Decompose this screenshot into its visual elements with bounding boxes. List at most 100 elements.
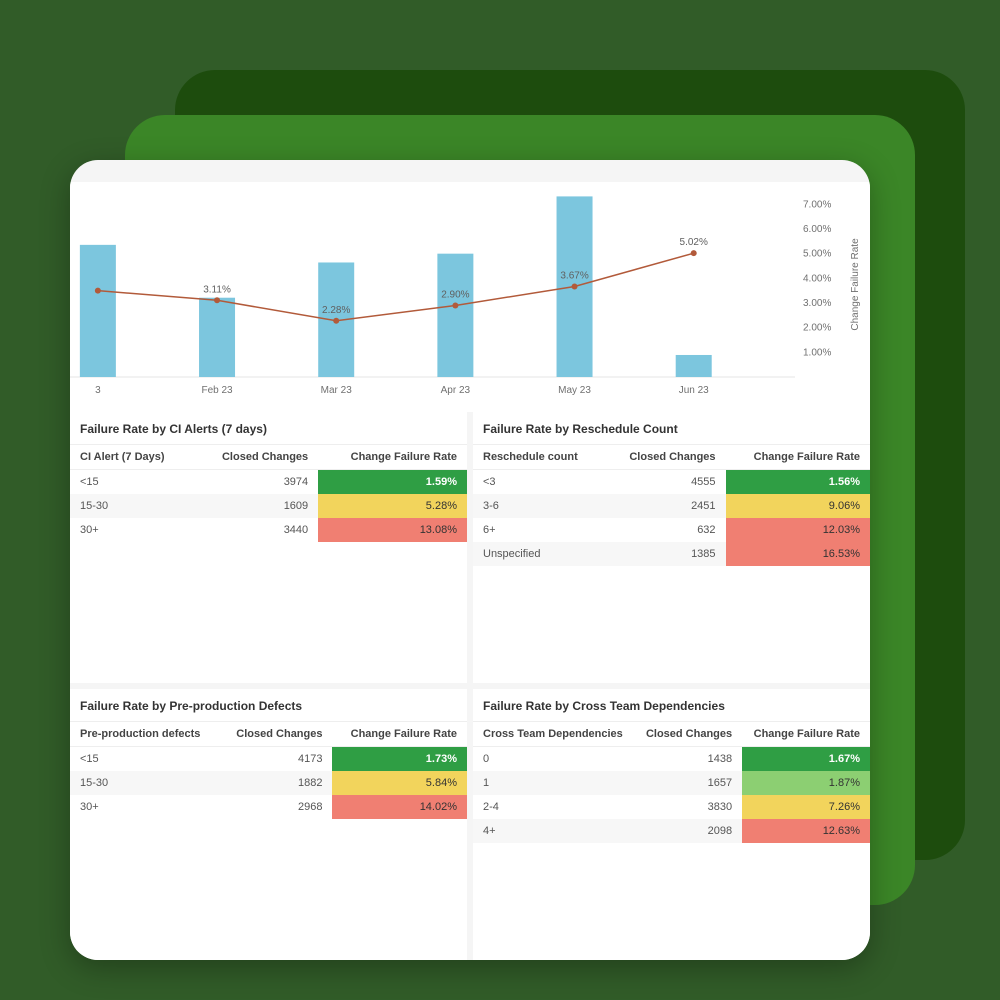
x-tick-label: Feb 23: [201, 385, 233, 396]
line-point: [333, 318, 339, 324]
table-row: 014381.67%: [473, 747, 870, 772]
cell-key: 30+: [70, 795, 219, 819]
table-reschedule: Reschedule count Closed Changes Change F…: [473, 444, 870, 566]
cell-closed: 1657: [635, 771, 742, 795]
cell-rate: 5.28%: [318, 494, 467, 518]
y-axis-title: Change Failure Rate: [850, 238, 861, 331]
card-preprod: Failure Rate by Pre-production Defects P…: [70, 689, 467, 960]
cell-rate: 1.73%: [332, 747, 467, 772]
cell-key: 6+: [473, 518, 604, 542]
cell-closed: 3440: [193, 518, 318, 542]
point-label: 2.90%: [441, 289, 469, 300]
cell-rate: 7.26%: [742, 795, 870, 819]
cell-rate: 14.02%: [332, 795, 467, 819]
x-tick-label: 3: [95, 385, 101, 396]
line-point: [452, 302, 458, 308]
bar: [80, 245, 116, 377]
table-cross-team: Cross Team Dependencies Closed Changes C…: [473, 721, 870, 843]
table-row: 15-3016095.28%: [70, 494, 467, 518]
card-title: Failure Rate by Reschedule Count: [473, 412, 870, 444]
table-row: 2-438307.26%: [473, 795, 870, 819]
table-row: 30+296814.02%: [70, 795, 467, 819]
cell-closed: 2451: [604, 494, 725, 518]
y-tick-label: 1.00%: [803, 347, 831, 358]
cell-key: 30+: [70, 518, 193, 542]
point-label: 5.02%: [680, 237, 708, 248]
table-row: <1539741.59%: [70, 470, 467, 495]
cell-rate: 1.67%: [742, 747, 870, 772]
cell-rate: 1.56%: [726, 470, 870, 495]
cell-closed: 2968: [219, 795, 332, 819]
card-reschedule: Failure Rate by Reschedule Count Resched…: [473, 412, 870, 683]
cell-key: 1: [473, 771, 635, 795]
x-tick-label: Apr 23: [441, 385, 471, 396]
card-title: Failure Rate by Pre-production Defects: [70, 689, 467, 721]
x-tick-label: Mar 23: [321, 385, 353, 396]
line-point: [214, 297, 220, 303]
cell-rate: 12.03%: [726, 518, 870, 542]
table-row: 6+63212.03%: [473, 518, 870, 542]
cell-closed: 3974: [193, 470, 318, 495]
point-label: 3.11%: [203, 284, 231, 295]
cell-key: <15: [70, 747, 219, 772]
y-tick-label: 6.00%: [803, 224, 831, 235]
cell-closed: 4173: [219, 747, 332, 772]
bar: [199, 298, 235, 377]
table-row: 4+209812.63%: [473, 819, 870, 843]
line-point: [95, 288, 101, 294]
card-ci-alerts: Failure Rate by CI Alerts (7 days) CI Al…: [70, 412, 467, 683]
cell-closed: 1882: [219, 771, 332, 795]
x-tick-label: Jun 23: [679, 385, 709, 396]
cell-rate: 16.53%: [726, 542, 870, 566]
y-tick-label: 5.00%: [803, 249, 831, 260]
cell-rate: 12.63%: [742, 819, 870, 843]
cell-key: <3: [473, 470, 604, 495]
cell-key: <15: [70, 470, 193, 495]
x-tick-label: May 23: [558, 385, 591, 396]
table-row: 116571.87%: [473, 771, 870, 795]
table-row: <345551.56%: [473, 470, 870, 495]
line-series: [98, 253, 694, 321]
dashboard-panel: 3 Feb 23 Mar 23 Apr 23 May 23 Jun 23 1.00% 2.00…: [70, 160, 870, 960]
card-title: Failure Rate by Cross Team Dependencies: [473, 689, 870, 721]
table-row: 3-624519.06%: [473, 494, 870, 518]
cell-key: 3-6: [473, 494, 604, 518]
line-point: [572, 283, 578, 289]
y-tick-label: 4.00%: [803, 273, 831, 284]
cell-key: 0: [473, 747, 635, 772]
bar: [437, 254, 473, 377]
cell-key: 2-4: [473, 795, 635, 819]
cell-key: Unspecified: [473, 542, 604, 566]
cell-key: 15-30: [70, 494, 193, 518]
cell-rate: 1.87%: [742, 771, 870, 795]
cell-closed: 1609: [193, 494, 318, 518]
table-ci-alerts: CI Alert (7 Days) Closed Changes Change …: [70, 444, 467, 542]
point-label: 3.67%: [560, 270, 588, 281]
y-tick-label: 2.00%: [803, 323, 831, 334]
table-row: 15-3018825.84%: [70, 771, 467, 795]
point-label: 2.28%: [322, 305, 350, 316]
cell-closed: 1385: [604, 542, 725, 566]
table-row: <1541731.73%: [70, 747, 467, 772]
table-preprod: Pre-production defects Closed Changes Ch…: [70, 721, 467, 819]
table-row: 30+344013.08%: [70, 518, 467, 542]
table-row: Unspecified138516.53%: [473, 542, 870, 566]
bar: [676, 355, 712, 377]
y-tick-label: 7.00%: [803, 199, 831, 210]
cell-rate: 13.08%: [318, 518, 467, 542]
cell-closed: 2098: [635, 819, 742, 843]
line-point: [691, 250, 697, 256]
cell-rate: 5.84%: [332, 771, 467, 795]
cell-closed: 632: [604, 518, 725, 542]
cell-closed: 4555: [604, 470, 725, 495]
chart-change-failure-rate: 3 Feb 23 Mar 23 Apr 23 May 23 Jun 23 1.00% 2.00…: [70, 182, 870, 412]
cell-key: 15-30: [70, 771, 219, 795]
card-cross-team: Failure Rate by Cross Team Dependencies …: [473, 689, 870, 960]
cell-closed: 3830: [635, 795, 742, 819]
y-tick-label: 3.00%: [803, 298, 831, 309]
cell-rate: 1.59%: [318, 470, 467, 495]
cell-rate: 9.06%: [726, 494, 870, 518]
cell-closed: 1438: [635, 747, 742, 772]
card-title: Failure Rate by CI Alerts (7 days): [70, 412, 467, 444]
cell-key: 4+: [473, 819, 635, 843]
